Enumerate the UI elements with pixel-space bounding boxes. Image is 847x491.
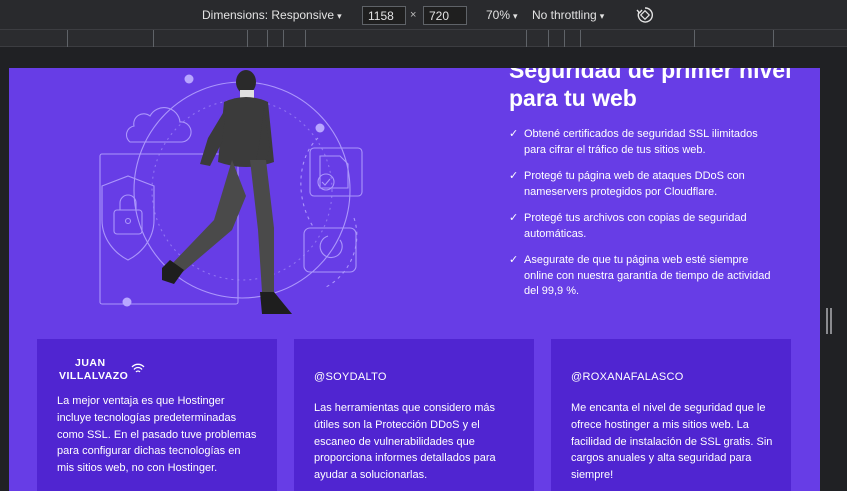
viewport-resize-handle[interactable]: [826, 308, 834, 334]
juan-villalvazo-logo: JUAN VILLALVAZO: [57, 357, 149, 385]
testimonial-handle: @ROXANAFALASCO: [571, 371, 684, 383]
dimensions-dropdown[interactable]: Dimensions: Responsive ▾: [202, 8, 342, 22]
testimonial-card: @SOYDALTO Las herramientas que considero…: [294, 339, 534, 491]
check-icon: ✓: [509, 254, 519, 266]
testimonial-card: JUAN VILLALVAZO La mejor ventaja es que …: [37, 339, 277, 491]
security-illustration: [99, 70, 363, 314]
ruler-tick: [564, 30, 565, 47]
feature-item: ✓ Asegurate de que tu página web esté sie…: [509, 253, 779, 300]
testimonial-text: La mejor ventaja es que Hostinger incluy…: [57, 395, 257, 475]
chevron-down-icon: ▾: [513, 11, 518, 21]
media-query-ruler: [0, 30, 847, 47]
chevron-down-icon: ▾: [337, 11, 342, 21]
feature-item: ✓ Obtené certificados de seguridad SSL il…: [509, 127, 779, 158]
ruler-tick: [548, 30, 549, 47]
throttling-dropdown[interactable]: No throttling ▾: [532, 8, 604, 22]
zoom-dropdown[interactable]: 70% ▾: [486, 8, 518, 22]
rotate-icon[interactable]: [636, 6, 654, 24]
width-input[interactable]: [362, 6, 406, 25]
testimonial-card: @ROXANAFALASCO Me encanta el nivel de se…: [551, 339, 791, 491]
check-icon: ✓: [509, 170, 519, 182]
device-viewport: Seguridad de primer nivel para tu web ✓ O…: [0, 48, 847, 491]
ruler-tick: [283, 30, 284, 47]
wifi-icon: [131, 363, 145, 373]
feature-text: Protegé tus archivos con copias de segur…: [524, 212, 747, 240]
feature-item: ✓ Protegé tus archivos con copias de segu…: [509, 211, 779, 242]
ruler-tick: [526, 30, 527, 47]
device-toolbar: Dimensions: Responsive▾ × 70%▾ No thrott…: [0, 0, 847, 30]
feature-list: ✓ Obtené certificados de seguridad SSL il…: [509, 127, 779, 311]
times-separator: ×: [410, 9, 417, 21]
web-page[interactable]: Seguridad de primer nivel para tu web ✓ O…: [9, 68, 820, 491]
logo-line-1: JUAN: [75, 357, 106, 369]
ruler-tick: [247, 30, 248, 47]
ruler-tick: [305, 30, 306, 47]
ruler-tick: [67, 30, 68, 47]
dimensions-label: Dimensions: Responsive: [202, 8, 335, 22]
chevron-down-icon: ▾: [599, 11, 605, 21]
testimonial-text: Me encanta el nivel de seguridad que le …: [571, 402, 773, 482]
ruler-tick: [267, 30, 268, 47]
ruler-tick: [580, 30, 581, 47]
ruler-tick: [773, 30, 774, 47]
ruler-tick: [694, 30, 695, 47]
feature-text: Obtené certificados de seguridad SSL ili…: [524, 128, 758, 156]
feature-item: ✓ Protegé tu página web de ataques DDoS c…: [509, 169, 779, 200]
ruler-tick: [153, 30, 154, 47]
testimonial-text: Las herramientas que considero más útile…: [314, 402, 496, 482]
throttling-value: No throttling: [532, 8, 597, 22]
feature-text: Protegé tu página web de ataques DDoS co…: [524, 170, 745, 198]
hero-title: Seguridad de primer nivel para tu web: [509, 68, 792, 111]
zoom-value: 70%: [486, 8, 511, 22]
logo-line-2: VILLALVAZO: [59, 370, 129, 382]
testimonial-handle: @SOYDALTO: [314, 371, 387, 383]
height-input[interactable]: [423, 6, 467, 25]
check-icon: ✓: [509, 212, 519, 224]
check-icon: ✓: [509, 128, 519, 140]
feature-text: Asegurate de que tu página web esté siem…: [524, 254, 771, 297]
person-figure: [162, 70, 292, 314]
